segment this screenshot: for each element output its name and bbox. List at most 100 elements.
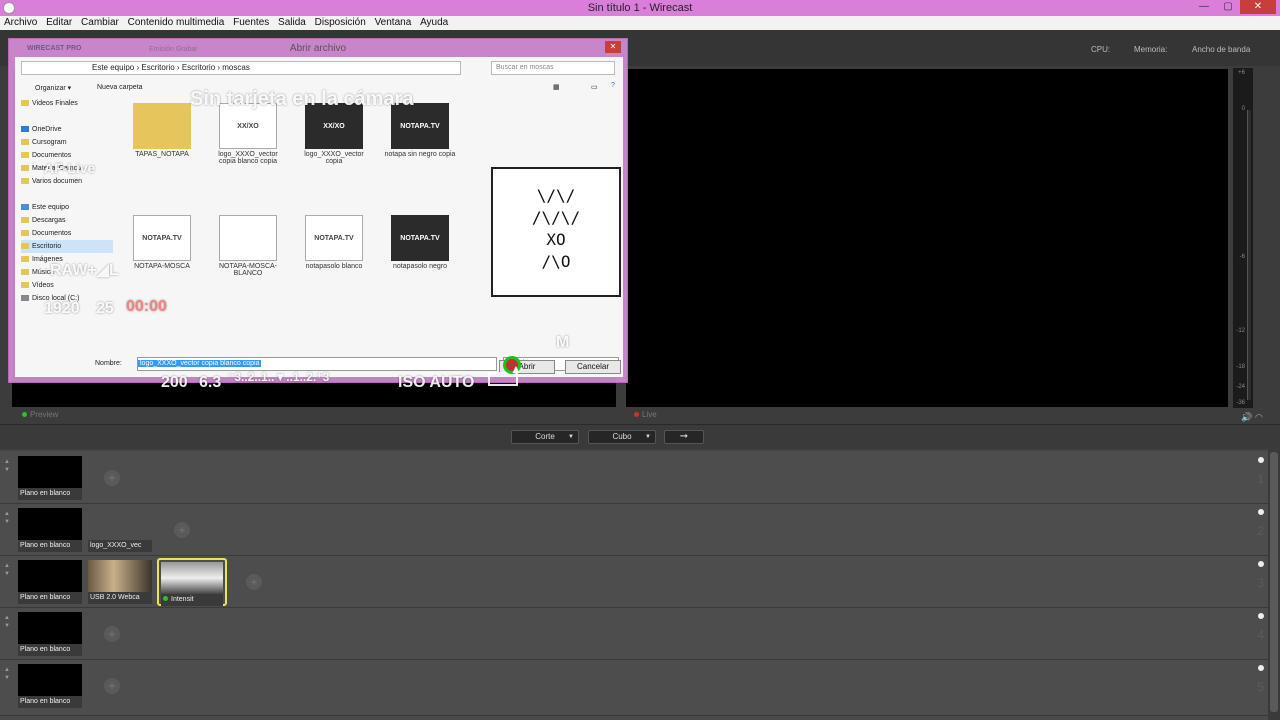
preview-status-dot — [22, 412, 27, 417]
file-item[interactable]: NOTAPA.TV notapa sin negro copia — [381, 103, 459, 158]
mouse-cursor-icon: ▲ — [510, 362, 522, 376]
fps-label: 25 — [96, 300, 114, 317]
filename-input[interactable]: logo_XXXO_vector copia blanco copia — [137, 357, 497, 371]
layer-visibility-toggle[interactable] — [1258, 509, 1264, 515]
shot-caption: Plano en blanco — [18, 488, 82, 500]
shot-blank[interactable]: Plano en blanco — [18, 508, 82, 552]
add-shot-button[interactable]: + — [104, 678, 120, 694]
transition-cut-label: Corte — [535, 432, 555, 441]
image-file-icon: NOTAPA.TV — [133, 215, 191, 261]
menu-archivo[interactable]: Archivo — [4, 16, 37, 30]
file-item[interactable]: XX/XO logo_XXXO_vector copia blanco copia — [209, 103, 287, 165]
layer-number: 1 — [1257, 472, 1264, 486]
iso-label: ISO AUTO — [398, 374, 475, 391]
headphones-icon[interactable]: ◠ — [1255, 412, 1263, 423]
tree-item[interactable]: OneDrive — [21, 123, 113, 136]
shot-live-selected[interactable]: Intensit — [157, 558, 227, 606]
menu-ventana[interactable]: Ventana — [375, 16, 412, 30]
help-icon[interactable]: ? — [611, 82, 615, 89]
layer-reorder-arrows[interactable]: ▲ ▼ — [4, 510, 10, 526]
transition-cube-select[interactable]: Cubo ▼ — [588, 430, 656, 444]
dialog-close-button[interactable]: ✕ — [605, 41, 621, 53]
shutter-speed-label: 200 — [161, 374, 188, 391]
shot-blank[interactable]: Plano en blanco — [18, 456, 82, 500]
preview-pane-icon[interactable]: ▭ — [591, 83, 598, 91]
tree-item[interactable]: Cursogram — [21, 136, 113, 149]
layer-reorder-arrows[interactable]: ▲ ▼ — [4, 666, 10, 682]
shot-blank[interactable]: Plano en blanco — [18, 664, 82, 708]
computer-icon — [21, 204, 29, 211]
file-item[interactable]: NOTAPA.TV NOTAPA-MOSCA — [123, 215, 201, 270]
layer-row-3: ▲ ▼ Plano en blanco USB 2.0 Webca Intensi… — [0, 556, 1268, 608]
layer-row-2: ▲ ▼ Plano en blanco logo_XXXO_vec + 2 — [0, 504, 1268, 556]
tree-item[interactable]: Videos Finales — [21, 97, 113, 110]
folder-icon — [21, 100, 29, 107]
tree-item-selected[interactable]: Escritorio — [21, 240, 113, 253]
drive-icon — [21, 295, 29, 302]
menu-ayuda[interactable]: Ayuda — [420, 16, 448, 30]
shot-caption: Plano en blanco — [18, 696, 82, 708]
menu-editar[interactable]: Editar — [46, 16, 72, 30]
add-shot-button[interactable]: + — [246, 574, 262, 590]
add-shot-button[interactable]: + — [104, 470, 120, 486]
layers-scrollbar[interactable] — [1270, 452, 1278, 712]
tree-item[interactable]: Descargas — [21, 214, 113, 227]
file-item[interactable]: XX/XO logo_XXXO_vector copia — [295, 103, 373, 165]
shot-webcam[interactable]: USB 2.0 Webca — [88, 560, 152, 604]
layer-visibility-toggle[interactable] — [1258, 457, 1264, 463]
shot-blank[interactable]: Plano en blanco — [18, 612, 82, 656]
layer-number: 5 — [1257, 680, 1264, 694]
file-item[interactable]: NOTAPA.TV notapasolo blanco — [295, 215, 373, 270]
menu-disposicion[interactable]: Disposición — [315, 16, 366, 30]
add-shot-button[interactable]: + — [174, 522, 190, 538]
view-options-icon[interactable]: ▦ — [553, 83, 560, 91]
menu-contenido-multimedia[interactable]: Contenido multimedia — [128, 16, 225, 30]
folder-icon — [21, 217, 29, 224]
menu-fuentes[interactable]: Fuentes — [233, 16, 269, 30]
layer-reorder-arrows[interactable]: ▲ ▼ — [4, 562, 10, 578]
timecode-label: 00:00 — [126, 298, 167, 315]
transition-cut-select[interactable]: Corte ▼ — [511, 430, 579, 444]
address-bar[interactable]: Este equipo › Escritorio › Escritorio › … — [21, 61, 461, 75]
search-input[interactable]: Buscar en moscas — [491, 61, 615, 75]
tree-item[interactable]: Vídeos — [21, 279, 113, 292]
cloud-icon — [21, 126, 29, 133]
menu-bar: Archivo Editar Cambiar Contenido multime… — [0, 16, 1280, 30]
filename-value: logo_XXXO_vector copia blanco copia — [138, 360, 262, 367]
layer-reorder-arrows[interactable]: ▲ ▼ — [4, 458, 10, 474]
layer-number: 3 — [1257, 576, 1264, 590]
layer-visibility-toggle[interactable] — [1258, 613, 1264, 619]
layer-visibility-toggle[interactable] — [1258, 561, 1264, 567]
file-item[interactable]: TAPAS_NOTAPA — [123, 103, 201, 158]
shot-logo[interactable]: logo_XXXO_vec — [88, 508, 152, 552]
shot-blank[interactable]: Plano en blanco — [18, 560, 82, 604]
add-shot-button[interactable]: + — [104, 626, 120, 642]
menu-cambiar[interactable]: Cambiar — [81, 16, 119, 30]
folder-icon — [21, 230, 29, 237]
live-monitor[interactable] — [626, 69, 1228, 407]
menu-salida[interactable]: Salida — [278, 16, 306, 30]
tree-item[interactable]: Este equipo — [21, 201, 113, 214]
tree-item[interactable]: Documentos — [21, 227, 113, 240]
layer-reorder-arrows[interactable]: ▲ ▼ — [4, 614, 10, 630]
folder-icon — [21, 243, 29, 250]
file-item[interactable]: NOTAPA.TV notapasolo negro — [381, 215, 459, 270]
tree-item[interactable]: Varios documen — [21, 175, 113, 188]
organize-button[interactable]: Organizar ▾ — [35, 84, 71, 92]
close-button[interactable]: ✕ — [1240, 0, 1276, 14]
cpu-stat: CPU: — [1091, 45, 1111, 54]
layer-visibility-toggle[interactable] — [1258, 665, 1264, 671]
volume-icon[interactable]: 🔊 — [1241, 412, 1252, 423]
new-folder-button[interactable]: Nueva carpeta — [97, 84, 143, 91]
minimize-button[interactable]: — — [1192, 0, 1216, 14]
live-label: Live — [634, 410, 657, 419]
window-title: Sin título 1 - Wirecast — [587, 2, 693, 14]
maximize-button[interactable]: ▢ — [1216, 0, 1240, 14]
shot-thumbnail — [161, 562, 223, 594]
aperture-label: 6.3 — [199, 374, 222, 391]
file-item[interactable]: NOTAPA-MOSCA-BLANCO — [209, 215, 287, 277]
cancel-button[interactable]: Cancelar — [565, 360, 621, 374]
go-button[interactable]: ➞ — [664, 430, 704, 444]
shooting-mode-label: M — [556, 334, 570, 351]
